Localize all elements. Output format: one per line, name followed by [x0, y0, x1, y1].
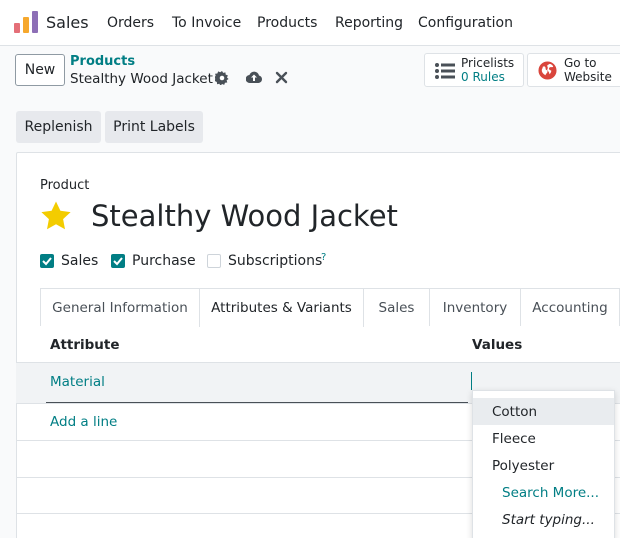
menu-products[interactable]: Products	[257, 15, 317, 31]
purchase-checkbox[interactable]	[111, 254, 125, 268]
discard-icon[interactable]	[275, 71, 288, 84]
product-field-label: Product	[40, 178, 90, 193]
dropdown-start-typing-hint: Start typing...	[502, 511, 595, 528]
values-autocomplete-dropdown: Cotton Fleece Polyester Search More... S…	[472, 390, 615, 538]
pricelists-value: 0 Rules	[461, 70, 505, 84]
globe-icon	[538, 61, 557, 80]
menu-to-invoice[interactable]: To Invoice	[172, 15, 241, 31]
menu-configuration[interactable]: Configuration	[418, 15, 513, 31]
breadcrumb-current: Stealthy Wood Jacket	[70, 71, 213, 87]
app-name[interactable]: Sales	[46, 13, 89, 32]
dropdown-option-polyester[interactable]: Polyester	[473, 452, 614, 479]
subscriptions-checkbox[interactable]	[207, 254, 221, 268]
go-to-website-button[interactable]: Go to Website	[527, 53, 620, 87]
print-labels-button[interactable]: Print Labels	[105, 111, 203, 143]
tab-sales[interactable]: Sales	[363, 288, 430, 326]
tab-inventory[interactable]: Inventory	[429, 288, 521, 326]
favorite-star-icon[interactable]	[40, 200, 72, 232]
gear-icon[interactable]	[215, 71, 229, 85]
attribute-cell[interactable]: Material	[50, 374, 105, 390]
dropdown-option-fleece[interactable]: Fleece	[473, 425, 614, 452]
values-input-cursor[interactable]	[471, 372, 472, 390]
top-navbar: Sales Orders To Invoice Products Reporti…	[0, 0, 620, 46]
attribute-column-header[interactable]: Attribute	[50, 337, 120, 353]
sales-checkbox-label: Sales	[61, 253, 99, 269]
save-cloud-icon[interactable]	[246, 70, 262, 84]
check-icon	[42, 257, 52, 266]
help-tooltip-icon[interactable]: ?	[321, 252, 326, 263]
replenish-button[interactable]: Replenish	[16, 111, 101, 143]
list-icon	[435, 63, 455, 79]
values-column-header[interactable]: Values	[472, 337, 522, 353]
breadcrumb-products[interactable]: Products	[70, 54, 135, 69]
menu-orders[interactable]: Orders	[107, 15, 154, 31]
pricelists-smart-button[interactable]: Pricelists 0 Rules	[424, 53, 524, 87]
dropdown-search-more[interactable]: Search More...	[473, 479, 614, 506]
subscriptions-checkbox-label: Subscriptions	[228, 253, 323, 269]
new-button[interactable]: New	[15, 54, 65, 86]
product-name-input[interactable]: Stealthy Wood Jacket	[91, 199, 398, 233]
sales-app-icon[interactable]	[14, 11, 38, 33]
check-icon	[113, 257, 123, 266]
purchase-checkbox-label: Purchase	[132, 253, 196, 269]
website-label-line1: Go to	[564, 56, 597, 70]
tab-accounting[interactable]: Accounting	[520, 288, 620, 326]
pricelists-label: Pricelists	[461, 56, 515, 70]
tab-attributes-variants[interactable]: Attributes & Variants	[199, 288, 364, 327]
dropdown-option-cotton[interactable]: Cotton	[473, 398, 614, 425]
website-label-line2: Website	[564, 70, 612, 84]
add-line-link[interactable]: Add a line	[50, 414, 117, 430]
sales-checkbox[interactable]	[40, 254, 54, 268]
tab-general-information[interactable]: General Information	[40, 288, 200, 326]
menu-reporting[interactable]: Reporting	[335, 15, 403, 31]
